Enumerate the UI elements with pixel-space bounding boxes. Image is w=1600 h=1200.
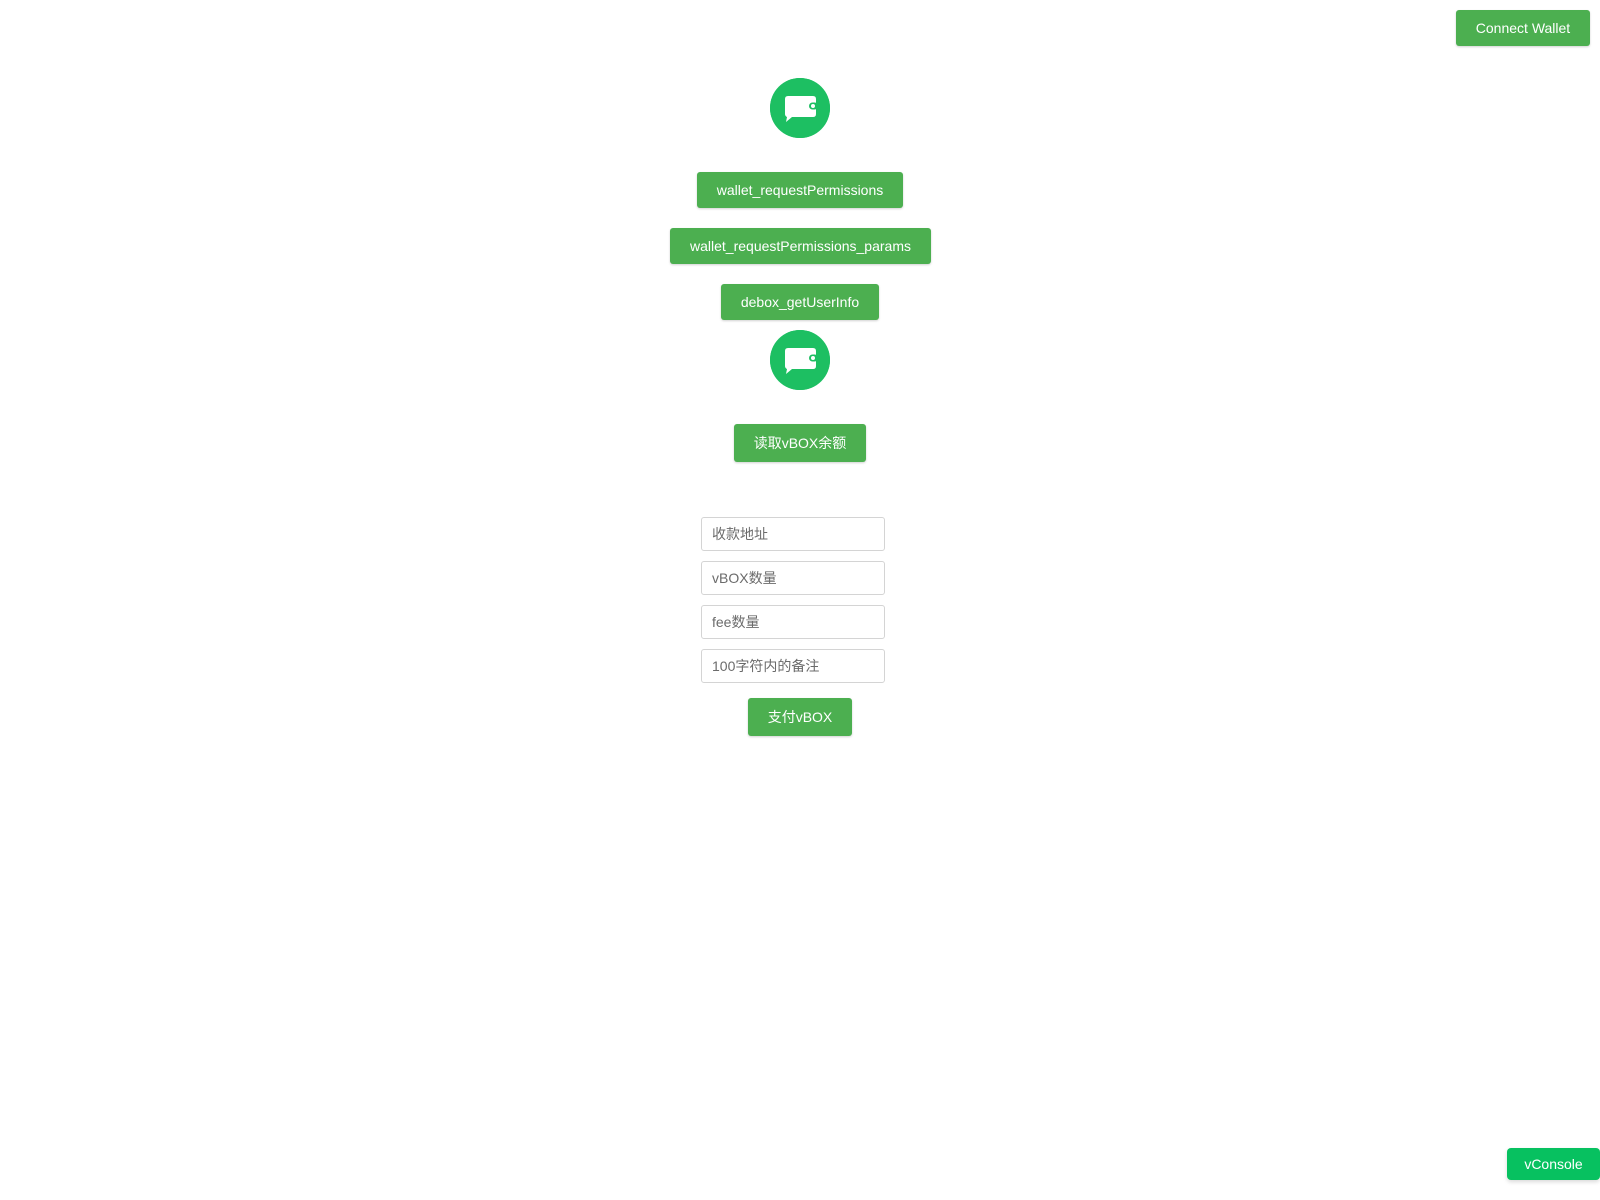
request-permissions-button[interactable]: wallet_requestPermissions — [697, 172, 903, 208]
recipient-address-input[interactable] — [701, 517, 885, 551]
fee-amount-input[interactable] — [701, 605, 885, 639]
vbox-amount-input[interactable] — [701, 561, 885, 595]
request-permissions-params-button[interactable]: wallet_requestPermissions_params — [670, 228, 931, 264]
memo-input[interactable] — [701, 649, 885, 683]
connect-wallet-button[interactable]: Connect Wallet — [1456, 10, 1590, 46]
wallet-chat-icon — [770, 330, 830, 390]
pay-vbox-button[interactable]: 支付vBOX — [748, 698, 852, 736]
get-user-info-button[interactable]: debox_getUserInfo — [721, 284, 879, 320]
vconsole-button[interactable]: vConsole — [1507, 1148, 1600, 1180]
wallet-chat-icon — [770, 78, 830, 138]
read-balance-button[interactable]: 读取vBOX余额 — [734, 424, 866, 462]
page: Connect Wallet wallet_requestPermissions… — [0, 0, 1600, 1200]
